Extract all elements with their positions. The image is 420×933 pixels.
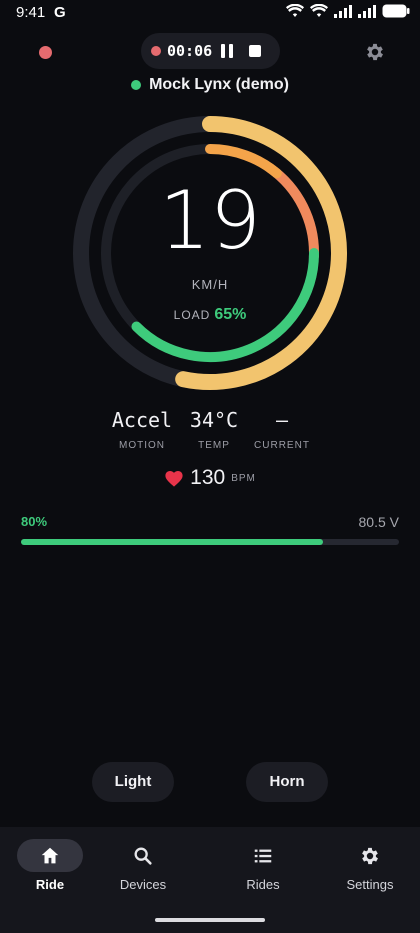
battery-percent: 80% [21,514,48,529]
nav-rides[interactable]: Rides [215,839,311,892]
stat-current: — CURRENT [250,408,314,451]
nav-devices-label: Devices [119,877,167,892]
nav-rides-pill [230,839,296,872]
heart-rate-unit: BPM [231,472,256,484]
stat-current-label: CURRENT [254,440,310,451]
heart-rate: 130 BPM [0,466,420,490]
list-icon [254,849,272,863]
stat-motion: Accel MOTION [104,408,180,451]
nav-ride-pill [17,839,83,872]
battery-bar [21,539,399,545]
nav-settings-pill [337,839,403,872]
gear-icon [362,847,378,865]
nav-devices[interactable]: Devices [95,839,191,892]
speed-unit: KM/H [191,277,229,292]
load-arc-green [131,248,319,362]
stat-temp: 34°C TEMP [180,408,248,451]
nav-devices-pill [110,839,176,872]
home-icon [41,847,59,864]
home-indicator[interactable] [155,918,265,922]
load-arc-warm [205,144,282,179]
light-button[interactable]: Light [92,762,174,802]
heart-icon [165,471,183,487]
load-readout: LOAD 65% [0,306,420,324]
speed-value: 19 [159,174,261,267]
nav-settings[interactable]: Settings [322,839,418,892]
horn-button[interactable]: Horn [246,762,328,802]
nav-ride[interactable]: Ride [2,839,98,892]
stat-motion-label: MOTION [119,440,165,451]
nav-ride-label: Ride [35,877,65,892]
search-icon [134,847,152,865]
nav-settings-label: Settings [346,877,394,892]
stat-motion-value: Accel [111,408,173,432]
battery-bar-fill [21,539,324,545]
stat-temp-label: TEMP [198,440,230,451]
battery-voltage: 80.5 V [358,514,399,530]
nav-rides-label: Rides [246,877,280,892]
load-label: LOAD [173,308,211,322]
stat-current-value: — [275,408,289,432]
heart-rate-value: 130 [190,466,226,489]
stat-temp-value: 34°C [189,408,239,432]
load-value: 65% [214,306,247,323]
